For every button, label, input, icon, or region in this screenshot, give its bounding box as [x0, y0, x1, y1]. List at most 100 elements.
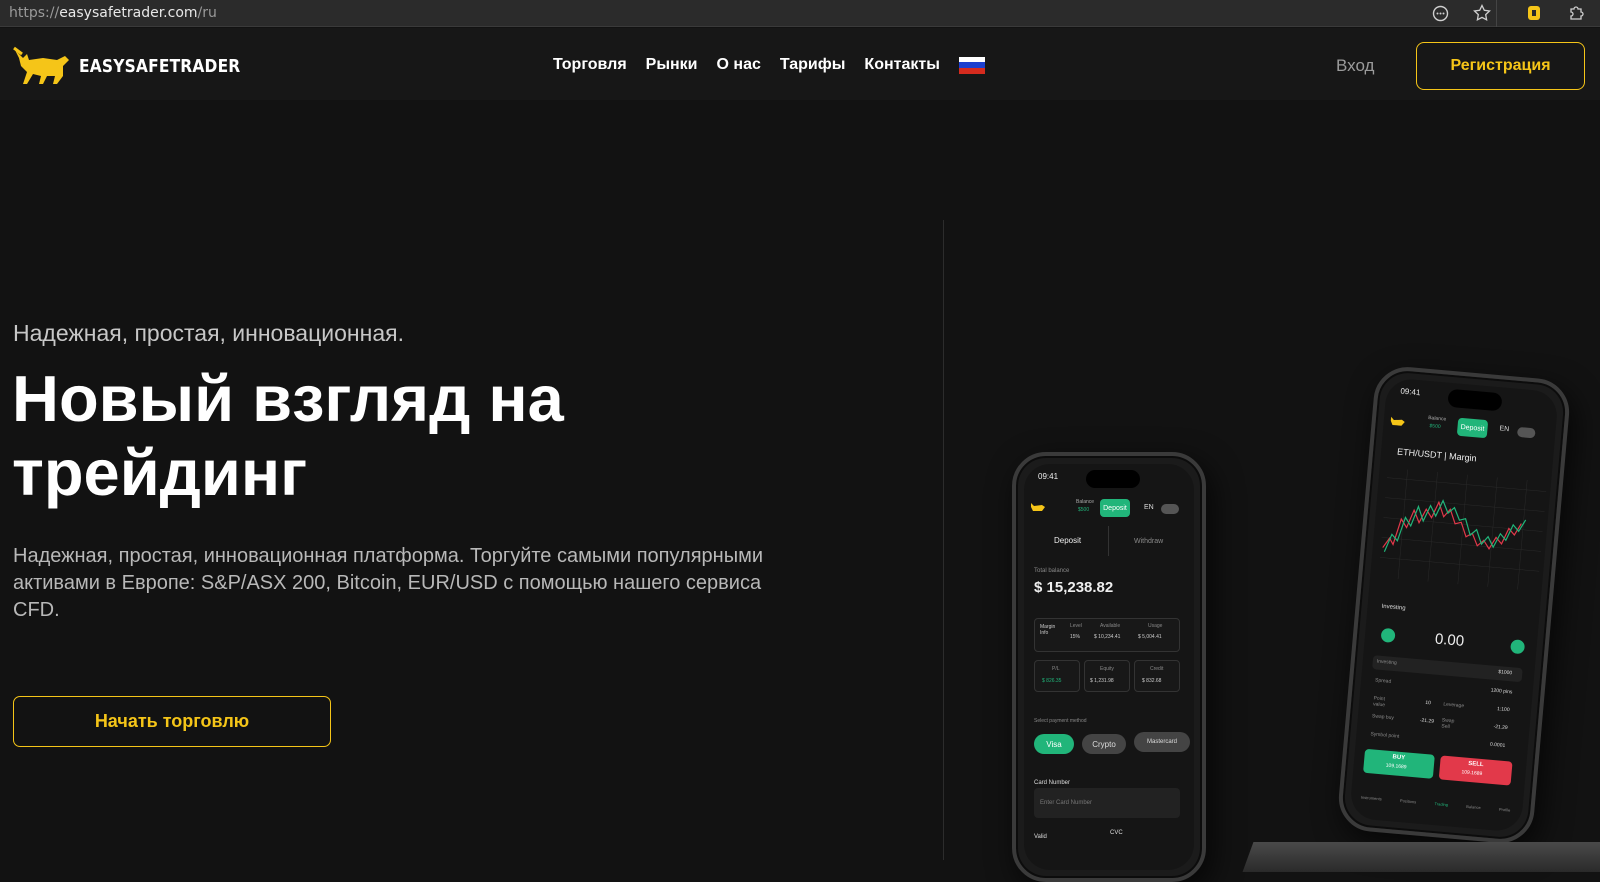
phone-left-usage-value: $ 5,004.41 [1138, 634, 1162, 640]
hero-subtitle: Надежная, простая, инновационная. [13, 320, 404, 346]
browser-address-bar[interactable]: https://easysafetrader.com/ru [0, 0, 1600, 27]
phone-right-plus-icon [1510, 639, 1526, 655]
phone-right-point-value: 10 [1425, 699, 1432, 707]
phone-left-toggle [1161, 504, 1179, 514]
phone-left-pay-mastercard: Mastercard [1134, 732, 1190, 752]
phone-right-time: 09:41 [1400, 386, 1421, 398]
phone-left-tab-divider [1108, 526, 1109, 556]
phone-left-screen: 09:41 Balance $500 Deposit EN Deposit Wi… [1024, 464, 1194, 870]
logo[interactable]: EASYSAFETRADER [13, 46, 267, 86]
phone-right-swapbuy-value: -21.29 [1419, 717, 1435, 725]
phone-left-credit-value: $ 832.68 [1142, 678, 1162, 684]
bookmark-star-icon[interactable] [1472, 3, 1492, 23]
phone-right-point-label: Point value [1372, 695, 1386, 709]
phone-right-amount: 0.00 [1434, 630, 1465, 650]
phone-right-buy-button: BUY 109.1689 [1363, 748, 1435, 779]
phone-left-equity-label: Equity [1100, 666, 1114, 672]
phone-right-lang: EN [1499, 425, 1510, 434]
russian-flag-icon[interactable] [958, 56, 985, 74]
phone-right-buy-label: BUY [1392, 754, 1406, 762]
url-text[interactable]: https://easysafetrader.com/ru [9, 5, 217, 21]
phone-left-margin-label: Margin Info [1040, 624, 1056, 636]
phone-right-buy-value: 109.1689 [1385, 762, 1407, 771]
phone-left-available-label: Available [1100, 623, 1121, 629]
hero-description: Надежная, простая, инновационная платфор… [13, 545, 764, 621]
extensions-puzzle-icon[interactable] [1566, 3, 1586, 23]
phone-left-valid-label: Valid [1034, 834, 1047, 840]
phone-notch [1086, 470, 1140, 488]
phone-left-pay-visa: Visa [1034, 734, 1074, 754]
phone-right-sell-label: SELL [1467, 760, 1484, 769]
extension-yellow-icon[interactable] [1524, 3, 1544, 23]
phone-left-cvc-label: CVC [1110, 830, 1123, 836]
phone-right-sell-value: 109.1689 [1461, 769, 1483, 778]
phone-right-balance-label: Balance [1427, 415, 1447, 423]
phone-mockup-right: 09:41 Balance $500 Deposit EN ETH/USDT |… [1336, 364, 1572, 846]
phone-left-balance-value: $500 [1078, 507, 1090, 513]
login-link[interactable]: Вход [1336, 56, 1374, 76]
phone-right-tab-balance: Balance [1466, 803, 1481, 811]
phone-right-spread-label: Spread [1374, 677, 1392, 685]
phone-mockup-left: 09:41 Balance $500 Deposit EN Deposit Wi… [1012, 452, 1206, 882]
phone-right-swapbuy-label: Swap buy [1371, 713, 1395, 722]
phone-right-balance-value: $500 [1429, 423, 1441, 431]
logo-text: EASYSAFETRADER [79, 55, 241, 77]
phone-left-total-balance: $ 15,238.82 [1034, 579, 1114, 596]
phone-right-investing-row-value: $1000 [1498, 669, 1513, 677]
phone-right-tab-instruments: Instruments [1360, 794, 1382, 802]
nav-markets[interactable]: Рынки [646, 56, 698, 74]
phone-left-tab-withdraw: Withdraw [1134, 538, 1164, 545]
phone-left-deposit-button: Deposit [1100, 499, 1130, 517]
phone-right-swapsell-value: -21.29 [1493, 723, 1508, 732]
phone-left-lang: EN [1144, 504, 1154, 511]
phone-right-candlestick-chart [1379, 469, 1547, 590]
phone-right-logo-icon [1390, 416, 1405, 426]
phone-left-pl-label: P/L [1052, 666, 1060, 672]
phone-left-time: 09:41 [1038, 472, 1059, 481]
main-nav: Торговля Рынки О нас Тарифы Контакты [553, 56, 985, 74]
phone-stand [1242, 842, 1600, 872]
hero-title: Новый взгляд на трейдинг [12, 362, 712, 510]
bull-logo-icon [13, 46, 69, 84]
phone-right-sell-button: SELL 109.1689 [1438, 755, 1513, 786]
nav-about[interactable]: О нас [717, 56, 761, 74]
register-button[interactable]: Регистрация [1416, 42, 1585, 90]
phone-notch [1447, 388, 1503, 412]
phone-left-logo-icon [1031, 503, 1045, 511]
phone-right-tab-trading: Trading [1434, 801, 1449, 808]
phone-right-toggle [1516, 426, 1536, 439]
phone-left-total-balance-label: Total balance [1034, 568, 1070, 574]
start-trading-button[interactable]: Начать торговлю [13, 696, 331, 747]
phone-right-swapsell-label: Swap Sell [1441, 717, 1455, 731]
phone-right-spread-value: 1200 pins [1490, 687, 1513, 696]
nav-contacts[interactable]: Контакты [864, 56, 939, 74]
phone-right-tab-profile: Profile [1498, 806, 1511, 813]
phone-left-level-value: 15% [1070, 634, 1081, 640]
phone-left-card-placeholder: Enter Card Number [1040, 800, 1093, 806]
reader-mode-icon[interactable] [1430, 3, 1450, 23]
phone-right-tab-positions: Positions [1399, 798, 1417, 805]
phone-right-pair: ETH/USDT | Margin [1396, 446, 1477, 464]
phone-right-screen: 09:41 Balance $500 Deposit EN ETH/USDT |… [1349, 377, 1559, 833]
nav-pricing[interactable]: Тарифы [780, 56, 846, 74]
phone-left-usage-label: Usage [1148, 623, 1163, 629]
phone-left-card-number-label: Card Number [1034, 780, 1071, 786]
phone-left-pl-value: $ 826.35 [1042, 678, 1062, 684]
phone-right-investing-label: Investing [1381, 603, 1406, 612]
phone-left-credit-label: Credit [1150, 666, 1164, 672]
hero-title-line-1: Новый взгляд на [12, 362, 564, 435]
phone-right-leverage-label: Leverage [1443, 701, 1465, 710]
phone-right-bottom-tabs: Instruments Positions Trading Balance Pr… [1361, 795, 1511, 813]
phone-right-leverage-value: 1:100 [1496, 706, 1510, 714]
phone-left-pl-card [1034, 660, 1080, 692]
phone-left-equity-value: $ 1,231.98 [1090, 678, 1114, 684]
site-header: EASYSAFETRADER Торговля Рынки О нас Тари… [0, 28, 1600, 100]
phone-left-available-value: $ 10,234.41 [1094, 634, 1121, 640]
phone-right-symbol-value: 0.0001 [1489, 741, 1506, 749]
hero-title-line-2: трейдинг [12, 436, 308, 509]
nav-trading[interactable]: Торговля [553, 56, 627, 74]
phone-left-payment-label: Select payment method [1034, 718, 1087, 724]
phone-left-equity-card [1084, 660, 1130, 692]
phone-left-level-label: Level [1070, 623, 1082, 629]
phone-left-balance-label: Balance [1076, 499, 1095, 505]
